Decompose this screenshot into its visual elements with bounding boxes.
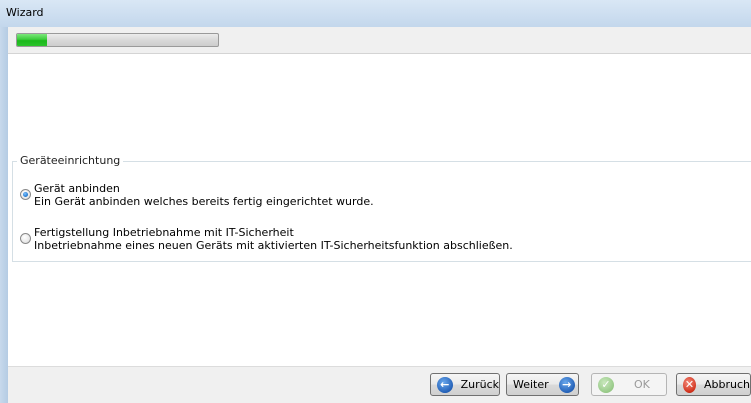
device-setup-group: Geräteeinrichtung Gerät anbinden Ein Ger… [12, 154, 751, 262]
back-button[interactable]: ← Zurück [430, 373, 500, 396]
progress-area [8, 27, 751, 54]
wizard-content: Geräteeinrichtung Gerät anbinden Ein Ger… [8, 54, 751, 387]
ok-button-label: OK [634, 378, 650, 391]
cancel-button-label: Abbruch [703, 378, 750, 391]
group-legend: Geräteeinrichtung [17, 154, 124, 167]
x-circle-icon: ✕ [683, 376, 696, 393]
title-bar: Wizard [0, 0, 751, 27]
window-title: Wizard [6, 6, 44, 19]
window-frame-left [0, 27, 8, 403]
arrow-right-circle-icon: → [558, 376, 575, 393]
option-title: Fertigstellung Inbetriebnahme mit IT-Sic… [34, 226, 294, 239]
check-circle-icon: ✓ [598, 376, 614, 393]
next-button[interactable]: Weiter → [506, 373, 579, 396]
progress-fill [17, 34, 48, 46]
option-title: Gerät anbinden [34, 182, 120, 195]
next-button-label: Weiter [513, 378, 549, 391]
option-connect-device[interactable]: Gerät anbinden Ein Gerät anbinden welche… [13, 180, 713, 214]
option-commissioning-it-security[interactable]: Fertigstellung Inbetriebnahme mit IT-Sic… [13, 224, 713, 258]
option-description: Inbetriebnahme eines neuen Geräts mit ak… [34, 239, 513, 252]
cancel-button[interactable]: ✕ Abbruch [676, 373, 751, 396]
back-button-label: Zurück [460, 378, 499, 391]
wizard-window: Wizard Geräteeinrichtung Gerät anbinden … [0, 0, 751, 403]
arrow-left-circle-icon: ← [437, 376, 453, 393]
wizard-progress-bar [16, 33, 219, 47]
option-description: Ein Gerät anbinden welches bereits ferti… [34, 195, 374, 208]
wizard-footer: ← Zurück Weiter → ✓ OK ✕ Abbruch [8, 366, 751, 403]
ok-button[interactable]: ✓ OK [591, 373, 667, 396]
radio-commissioning-it-security[interactable] [20, 233, 31, 244]
radio-connect-device[interactable] [20, 189, 31, 200]
